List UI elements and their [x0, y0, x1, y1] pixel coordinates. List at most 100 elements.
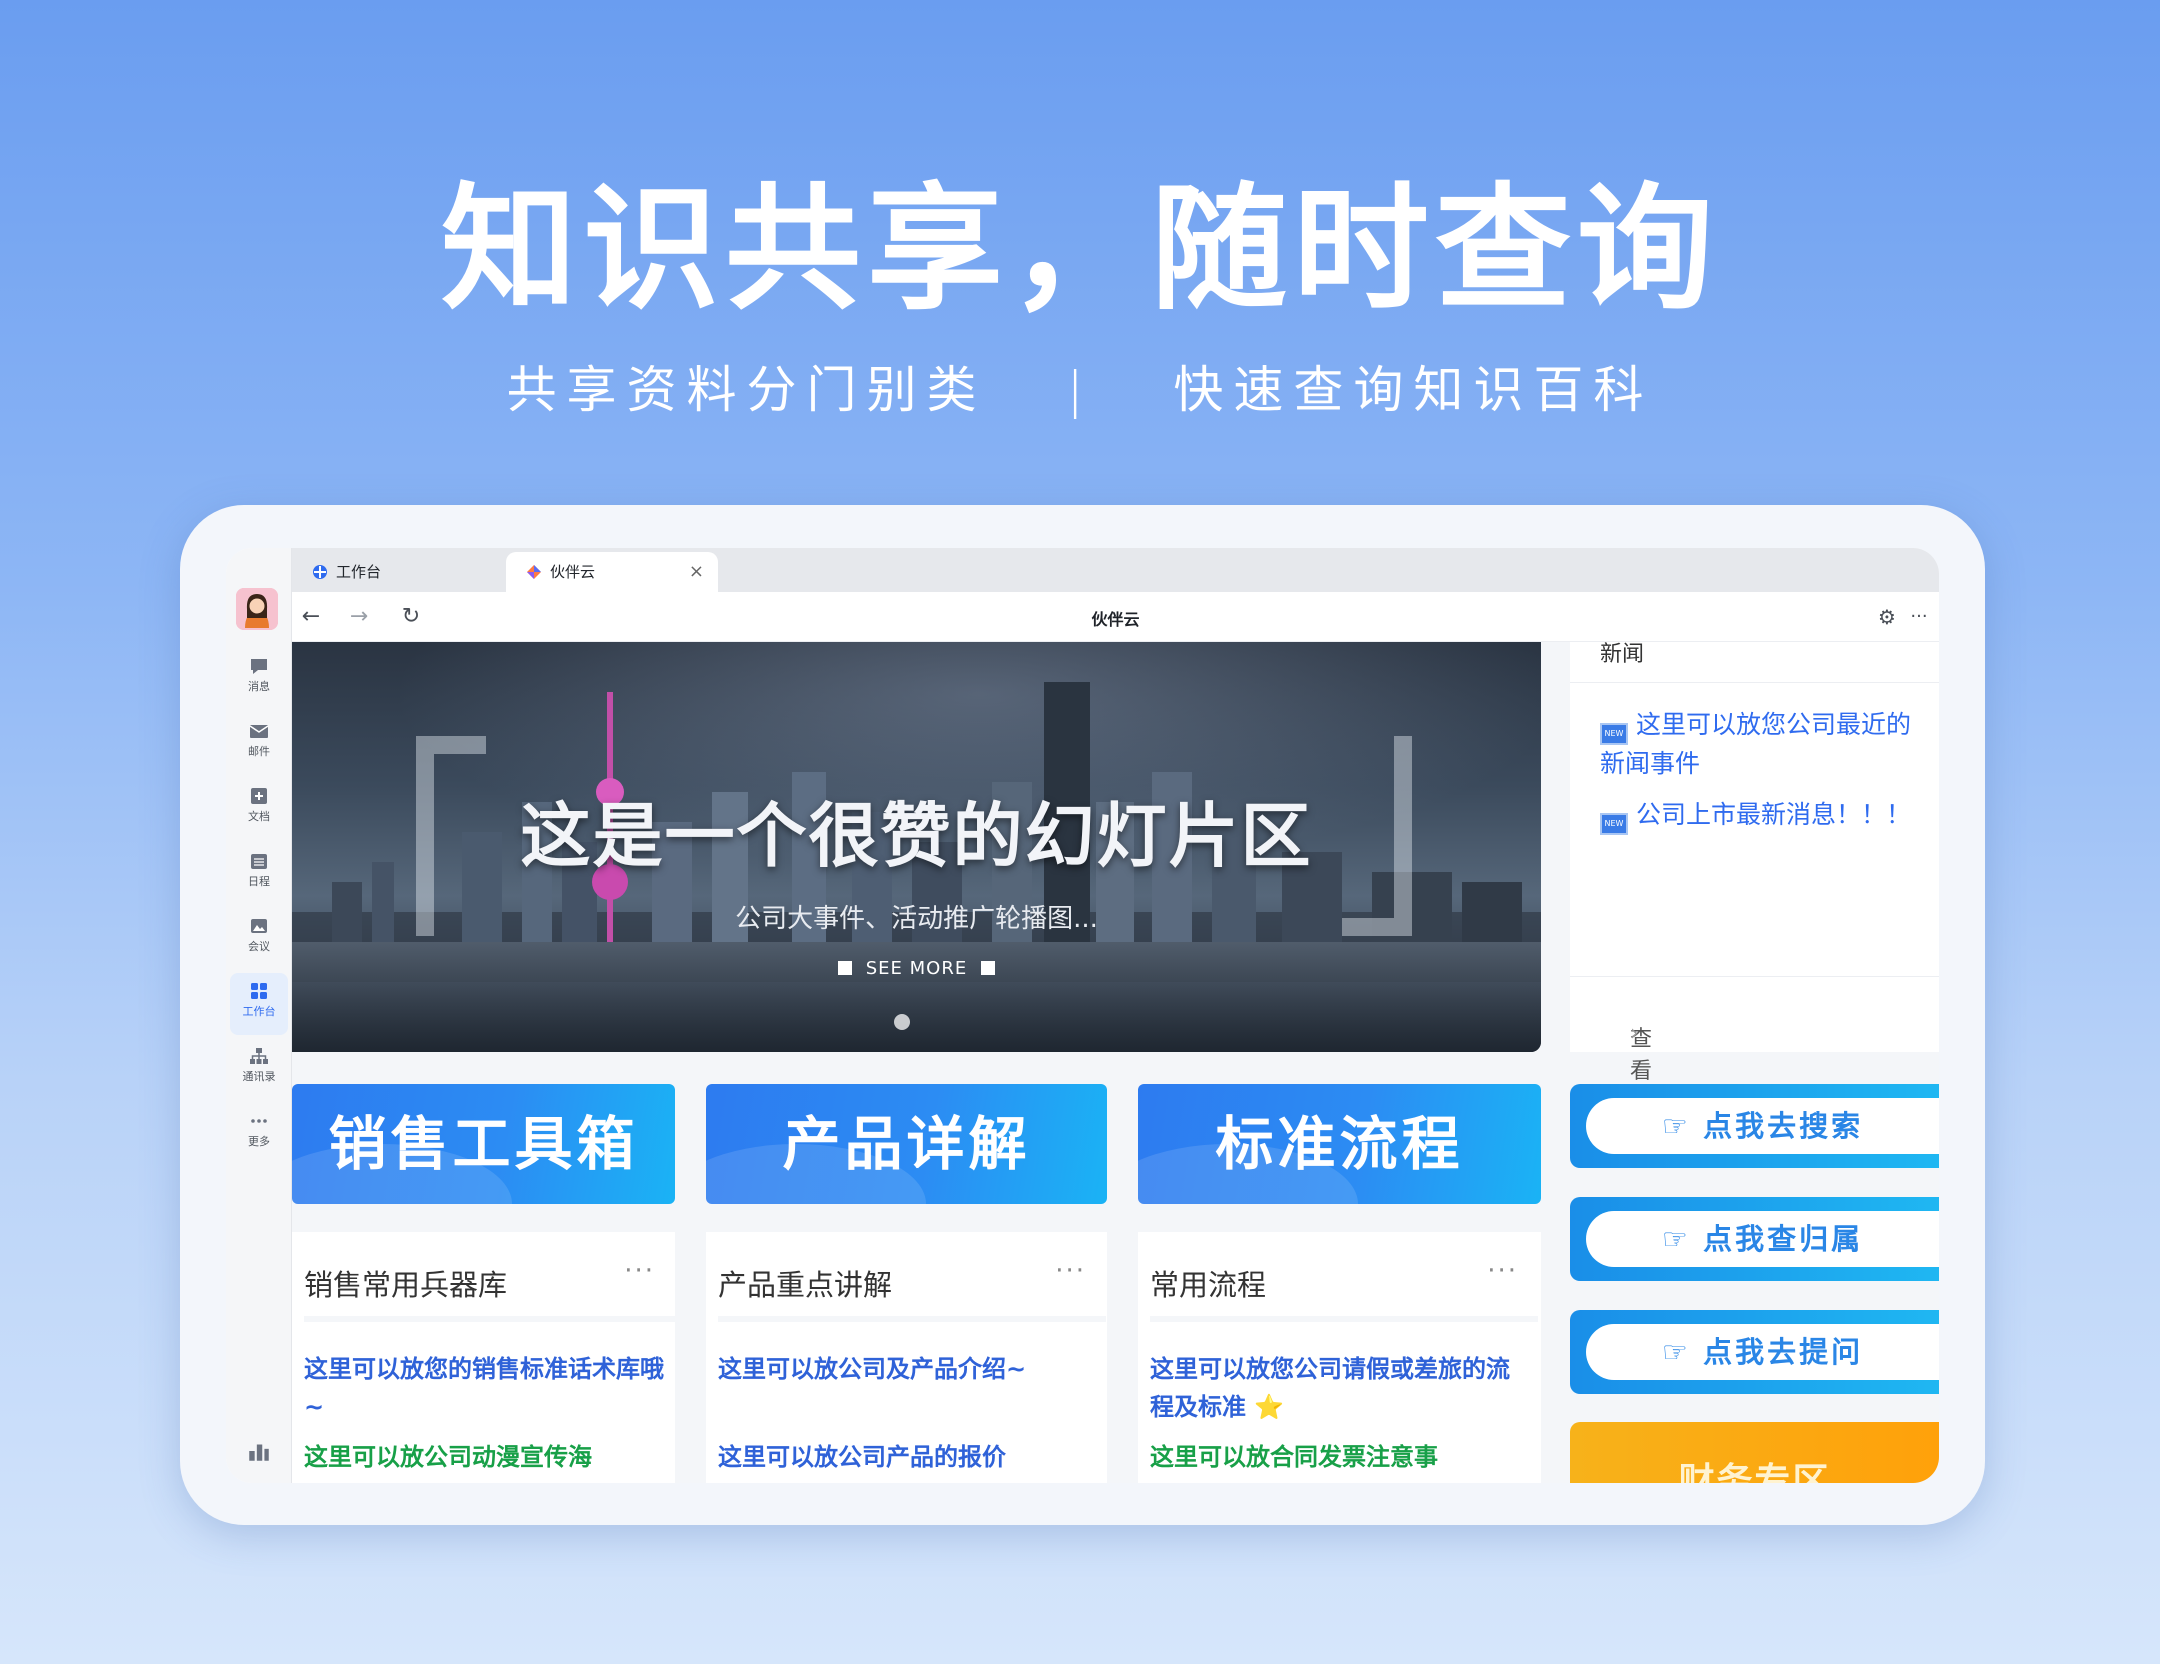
sidebar-item-label: 更多 [248, 1135, 270, 1148]
banner-subtitle: 公司大事件、活动推广轮播图... [735, 904, 1098, 934]
sidebar-item-docs[interactable]: 文档 [226, 778, 292, 840]
more-dots-button[interactable]: ··· [624, 1256, 655, 1286]
stats-icon[interactable] [246, 1438, 272, 1464]
category-label: 产品详解 [782, 1110, 1031, 1178]
card-sales-arsenal: 销售常用兵器库 ··· 这里可以放您的销售标准话术库哦~ 这里可以放公司动漫宣传… [292, 1232, 675, 1483]
card-link[interactable]: 这里可以放公司产品的报价 [718, 1438, 1088, 1476]
square-marker-icon [837, 961, 852, 975]
pointer-hand-icon: ☞ [1661, 1109, 1704, 1143]
card-link[interactable]: 这里可以放您公司请假或差旅的流程及标准 ⭐ [1150, 1350, 1520, 1426]
sidebar-item-label: 文档 [248, 810, 270, 823]
hero-subtitle-separator: | [1066, 361, 1094, 419]
sidebar-item-calendar[interactable]: 日程 [226, 843, 292, 905]
category-sales-toolbox[interactable]: 销售工具箱 [292, 1084, 675, 1204]
card-title: 产品重点讲解 [718, 1268, 893, 1302]
sidebar-item-more[interactable]: 更多 [226, 1103, 292, 1165]
news-item[interactable]: NEW 这里可以放您公司最近的新闻事件 [1600, 706, 1930, 782]
pointer-hand-icon: ☞ [1661, 1222, 1704, 1256]
pointer-hand-icon: ☞ [1661, 1335, 1704, 1369]
news-heading: 新闻 [1600, 642, 1645, 667]
more-dots-button[interactable]: ··· [1487, 1256, 1518, 1286]
new-badge-icon: NEW [1600, 813, 1628, 835]
category-label: 标准流程 [1215, 1110, 1464, 1178]
more-dots-button[interactable]: ··· [1055, 1256, 1086, 1286]
org-chart-icon [250, 1048, 268, 1064]
tab-workbench[interactable]: 工作台 [292, 552, 504, 592]
search-action-button[interactable]: ☞ 点我去搜索 [1570, 1084, 1939, 1168]
quick-action-label: 点我查归属 [1703, 1222, 1864, 1256]
app-screen: 消息 邮件 文档 日程 会议 工作台 通讯录 更多 工作台 伙伴云 × 伙伴云 … [226, 548, 1939, 1483]
card-title: 销售常用兵器库 [304, 1268, 508, 1302]
hero-subtitle-left: 共享资料分门别类 [506, 361, 987, 419]
more-menu-button[interactable]: ··· [1904, 602, 1934, 632]
news-item-text: 这里可以放您公司最近的新闻事件 [1600, 710, 1912, 778]
back-button[interactable]: ← [296, 602, 326, 632]
see-more-label: SEE MORE [865, 958, 968, 979]
card-link[interactable]: 这里可以放您的销售标准话术库哦~ [304, 1350, 674, 1426]
ask-question-button[interactable]: ☞ 点我去提问 [1570, 1310, 1939, 1394]
card-product-highlights: 产品重点讲解 ··· 这里可以放公司及产品介绍~ 这里可以放公司产品的报价 [706, 1232, 1107, 1483]
workbench-content: 这是一个很赞的幻灯片区 公司大事件、活动推广轮播图... SEE MORE 新闻… [292, 642, 1939, 1483]
calendar-icon [251, 854, 267, 869]
carousel-indicator[interactable] [894, 1014, 910, 1030]
card-common-process: 常用流程 ··· 这里可以放您公司请假或差旅的流程及标准 ⭐ 这里可以放合同发票… [1138, 1232, 1541, 1483]
divider [1570, 682, 1939, 683]
quick-action-label: 点我去搜索 [1703, 1109, 1864, 1143]
hero-subtitle-right: 快速查询知识百科 [1173, 361, 1654, 419]
finance-zone-button[interactable]: 财务专区 [1570, 1422, 1939, 1483]
tab-label: 伙伴云 [550, 563, 596, 581]
banner-carousel[interactable]: 这是一个很赞的幻灯片区 公司大事件、活动推广轮播图... SEE MORE [292, 642, 1541, 1052]
page-title: 伙伴云 [1091, 610, 1140, 629]
card-header: 常用流程 ··· [1150, 1232, 1538, 1322]
tab-label: 工作台 [336, 563, 382, 581]
left-sidebar: 消息 邮件 文档 日程 会议 工作台 通讯录 更多 [226, 548, 292, 1483]
banner-title: 这是一个很赞的幻灯片区 [520, 795, 1313, 877]
sidebar-item-label: 邮件 [248, 745, 270, 758]
card-link-text: 这里可以放您公司请假或差旅的流程及标准 [1150, 1355, 1510, 1421]
more-dots-icon [251, 1119, 267, 1123]
mail-icon [249, 725, 269, 738]
sidebar-item-label: 通讯录 [242, 1070, 276, 1083]
view-details-link[interactable]: 查看详情 › [1570, 976, 1939, 1148]
sidebar-item-contacts[interactable]: 通讯录 [226, 1038, 292, 1100]
avatar[interactable] [236, 588, 278, 630]
tab-huobanyun[interactable]: 伙伴云 × [506, 552, 718, 592]
sidebar-item-label: 会议 [248, 940, 270, 953]
sidebar-item-label: 日程 [248, 875, 270, 888]
sidebar-item-label: 消息 [248, 680, 270, 693]
news-item-text: 公司上市最新消息！！！ [1636, 800, 1912, 829]
close-icon[interactable]: × [689, 552, 704, 592]
see-more-link[interactable]: SEE MORE [292, 958, 1541, 979]
card-link[interactable]: 这里可以放公司及产品介绍~ [718, 1350, 1088, 1388]
category-standard-process[interactable]: 标准流程 [1138, 1084, 1541, 1204]
lookup-owner-button[interactable]: ☞ 点我查归属 [1570, 1197, 1939, 1281]
huobanyun-icon [527, 565, 541, 579]
meeting-icon [251, 919, 267, 933]
card-link[interactable]: 这里可以放公司动漫宣传海 [304, 1438, 674, 1476]
settings-icon[interactable]: ⚙ [1872, 602, 1902, 632]
news-item[interactable]: NEW 公司上市最新消息！！！ [1600, 796, 1930, 835]
card-title: 常用流程 [1150, 1268, 1267, 1302]
star-icon: ⭐ [1254, 1393, 1285, 1421]
card-link[interactable]: 这里可以放合同发票注意事 [1150, 1438, 1520, 1476]
grid-icon [251, 983, 267, 999]
workbench-icon [313, 565, 327, 579]
chevron-right-icon: › [1630, 1021, 1639, 1046]
browser-tab-bar: 工作台 伙伴云 × [292, 548, 1939, 592]
new-badge-icon: NEW [1600, 723, 1628, 745]
hero-subtitle: 共享资料分门别类 | 快速查询知识百科 [0, 355, 2160, 425]
reload-button[interactable]: ↻ [396, 602, 426, 632]
category-label: 销售工具箱 [328, 1110, 639, 1178]
news-panel: 新闻 NEW这里可以放您公司最近的新闻事件 NEW公司上市最新消息！！！ 查看详… [1570, 642, 1939, 1148]
sidebar-item-label: 工作台 [242, 1005, 276, 1018]
sidebar-item-meeting[interactable]: 会议 [226, 908, 292, 970]
sidebar-item-messages[interactable]: 消息 [226, 648, 292, 710]
sidebar-item-mail[interactable]: 邮件 [226, 713, 292, 775]
document-icon [251, 788, 267, 804]
category-product-details[interactable]: 产品详解 [706, 1084, 1107, 1204]
forward-button[interactable]: → [344, 602, 374, 632]
hero-title: 知识共享，随时查询 [441, 171, 1719, 329]
browser-nav-bar: 伙伴云 ← → ↻ ⚙ ··· [292, 592, 1939, 642]
card-header: 销售常用兵器库 ··· [304, 1232, 675, 1322]
sidebar-item-workbench[interactable]: 工作台 [230, 973, 288, 1035]
